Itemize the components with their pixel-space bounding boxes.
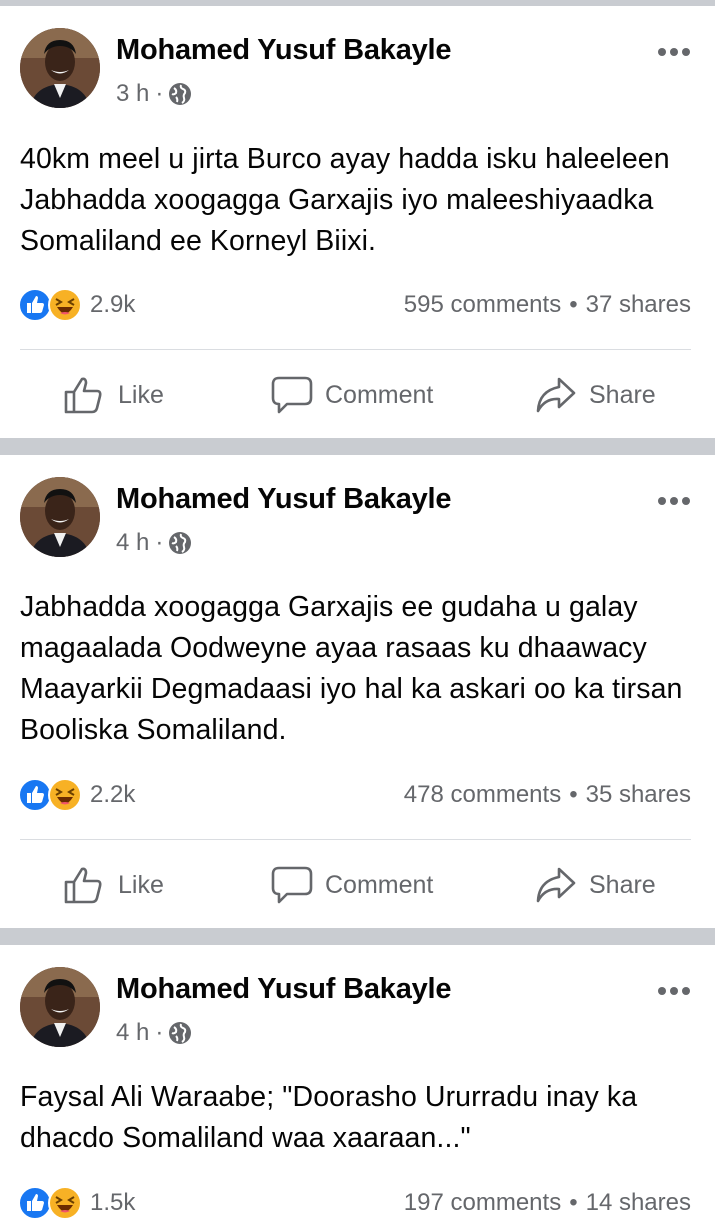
reactions-count: 2.9k (90, 291, 136, 318)
comment-button[interactable]: Comment (271, 855, 433, 915)
engagement-counts: 478 comments • 35 shares (404, 775, 691, 815)
comment-label: Comment (325, 870, 434, 899)
post-text: Jabhadda xoogagga Garxajis ee gudaha u g… (20, 591, 683, 746)
divider (20, 839, 691, 840)
meta-separator: · (155, 1019, 164, 1046)
stats-separator: • (569, 1189, 578, 1216)
like-reaction-icon (18, 288, 52, 322)
shares-count[interactable]: 14 shares (586, 1189, 691, 1217)
shares-count[interactable]: 37 shares (586, 291, 691, 319)
share-button[interactable]: Share (535, 365, 656, 425)
engagement-counts: 595 comments • 37 shares (404, 285, 691, 325)
haha-reaction-icon (48, 1186, 82, 1220)
avatar[interactable] (20, 28, 100, 108)
meta-separator: · (155, 529, 164, 556)
post-header: Mohamed Yusuf Bakayle 4 h · (0, 455, 715, 557)
comments-count[interactable]: 595 comments (404, 291, 561, 319)
post-text: Faysal Ali Waraabe; "Doorasho Ururradu i… (20, 1081, 638, 1154)
like-button[interactable]: Like (64, 365, 164, 425)
post-time[interactable]: 3 h (116, 80, 149, 108)
post-time[interactable]: 4 h (116, 1019, 149, 1047)
share-arrow-icon (536, 377, 576, 413)
divider (20, 349, 691, 350)
comments-count[interactable]: 197 comments (404, 1189, 561, 1217)
like-reaction-icon (18, 1186, 52, 1220)
post-actions: Like Comment Share (0, 855, 715, 915)
more-dots-icon[interactable] (657, 44, 691, 56)
stats-separator: • (569, 291, 578, 318)
author-name[interactable]: Mohamed Yusuf Bakayle (116, 973, 452, 1006)
like-label: Like (118, 380, 164, 409)
post-actions: Like Comment Share (0, 365, 715, 425)
post: Mohamed Yusuf Bakayle 4 h · Faysal Ali W… (0, 945, 715, 1221)
like-reaction-icon (18, 778, 52, 812)
share-label: Share (589, 380, 656, 409)
more-dots-icon[interactable] (657, 493, 691, 505)
haha-reaction-icon (48, 778, 82, 812)
author-name[interactable]: Mohamed Yusuf Bakayle (116, 34, 452, 67)
reactions-count: 2.2k (90, 781, 136, 808)
reactions-summary[interactable]: 2.9k (18, 285, 135, 325)
post-time[interactable]: 4 h (116, 529, 149, 557)
news-feed: Mohamed Yusuf Bakayle 3 h · 40km meel u … (0, 0, 715, 1221)
comment-button[interactable]: Comment (271, 365, 433, 425)
post-header: Mohamed Yusuf Bakayle 4 h · (0, 945, 715, 1047)
engagement-counts: 197 comments • 14 shares (404, 1183, 691, 1221)
comment-bubble-icon (271, 866, 313, 904)
avatar[interactable] (20, 477, 100, 557)
globe-icon (168, 82, 192, 106)
author-name[interactable]: Mohamed Yusuf Bakayle (116, 483, 452, 516)
reactions-count: 1.5k (90, 1189, 136, 1216)
stats-separator: • (569, 781, 578, 808)
like-thumb-icon (64, 867, 102, 904)
post-stats: 1.5k 197 comments • 14 shares (0, 1183, 715, 1221)
comment-label: Comment (325, 380, 434, 409)
more-dots-icon[interactable] (657, 983, 691, 995)
like-label: Like (118, 870, 164, 899)
like-thumb-icon (64, 377, 102, 414)
globe-icon (168, 1021, 192, 1045)
like-button[interactable]: Like (64, 855, 164, 915)
post-meta: 4 h · (116, 1019, 192, 1047)
reactions-summary[interactable]: 1.5k (18, 1183, 135, 1221)
meta-separator: · (155, 80, 164, 107)
avatar[interactable] (20, 967, 100, 1047)
post-stats: 2.9k 595 comments • 37 shares (0, 285, 715, 325)
reactions-summary[interactable]: 2.2k (18, 775, 135, 815)
post: Mohamed Yusuf Bakayle 4 h · Jabhadda xoo… (0, 455, 715, 928)
shares-count[interactable]: 35 shares (586, 781, 691, 809)
share-button[interactable]: Share (535, 855, 656, 915)
post-stats: 2.2k 478 comments • 35 shares (0, 775, 715, 815)
post-text: 40km meel u jirta Burco ayay hadda isku … (20, 143, 670, 257)
post: Mohamed Yusuf Bakayle 3 h · 40km meel u … (0, 6, 715, 438)
globe-icon (168, 531, 192, 555)
comment-bubble-icon (271, 376, 313, 414)
share-arrow-icon (536, 867, 576, 903)
haha-reaction-icon (48, 288, 82, 322)
post-meta: 4 h · (116, 529, 192, 557)
post-meta: 3 h · (116, 80, 192, 108)
comments-count[interactable]: 478 comments (404, 781, 561, 809)
share-label: Share (589, 870, 656, 899)
post-header: Mohamed Yusuf Bakayle 3 h · (0, 6, 715, 108)
